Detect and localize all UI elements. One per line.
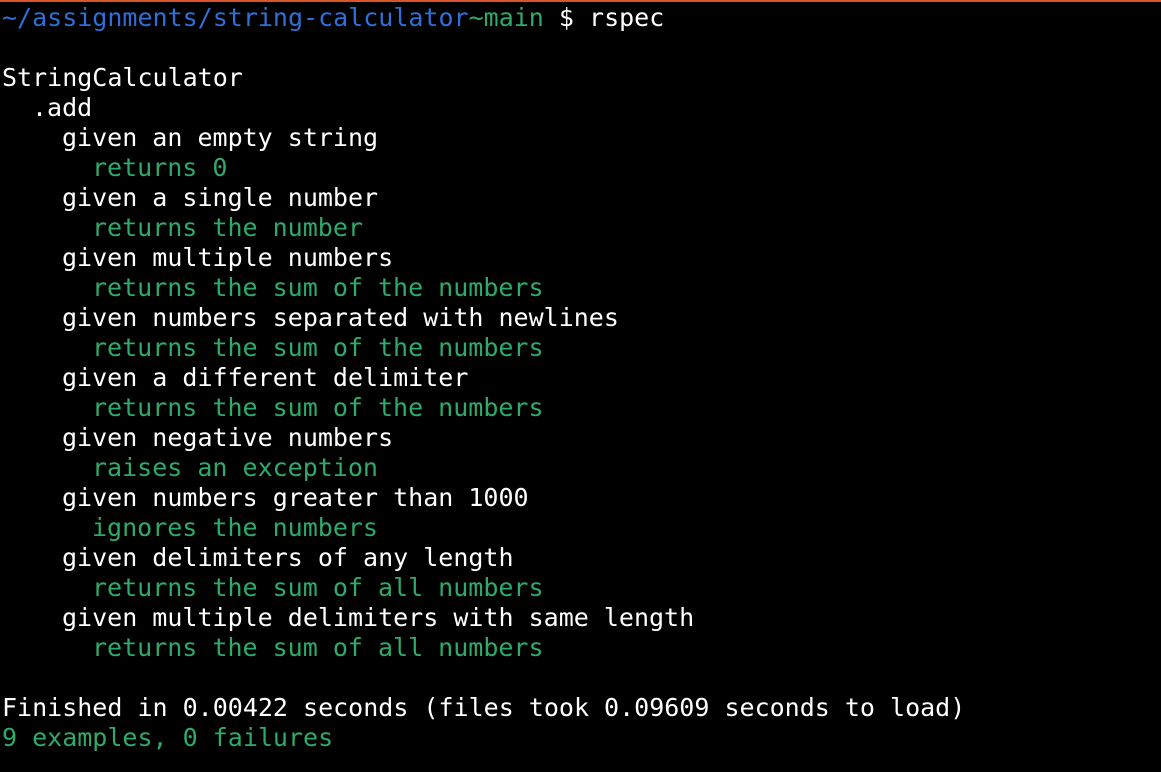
terminal-output[interactable]: ~/assignments/string-calculator~main $ r… <box>2 3 1157 753</box>
prompt-symbol: $ <box>543 3 590 32</box>
context-line: given a single number <box>62 183 379 212</box>
example-line: returns the sum of the numbers <box>92 333 544 362</box>
context-line: given multiple delimiters with same leng… <box>62 603 695 632</box>
example-line: raises an exception <box>92 453 378 482</box>
context-line: given a different delimiter <box>62 363 469 392</box>
example-line: returns the sum of all numbers <box>92 633 544 662</box>
context-line: given an empty string <box>62 123 379 152</box>
prompt-branch: ~main <box>468 3 544 32</box>
window-top-border <box>0 0 1161 2</box>
context-line: given negative numbers <box>62 423 394 452</box>
example-line: returns the sum of all numbers <box>92 573 544 602</box>
describe-line: StringCalculator <box>2 63 243 92</box>
prompt-command: rspec <box>589 3 665 32</box>
context-line: given numbers separated with newlines <box>62 303 619 332</box>
example-line: returns the number <box>92 213 363 242</box>
result-summary-line: 9 examples, 0 failures <box>2 723 334 752</box>
example-line: returns the sum of the numbers <box>92 273 544 302</box>
prompt-path: ~/assignments/string-calculator <box>2 3 469 32</box>
finished-timing-line: Finished in 0.00422 seconds (files took … <box>2 693 966 722</box>
example-line: returns 0 <box>92 153 228 182</box>
context-line: given delimiters of any length <box>62 543 514 572</box>
context-line: given multiple numbers <box>62 243 394 272</box>
shell-prompt-line: ~/assignments/string-calculator~main $ r… <box>2 3 1157 33</box>
method-line: .add <box>32 93 93 122</box>
example-line: returns the sum of the numbers <box>92 393 544 422</box>
context-line: given numbers greater than 1000 <box>62 483 529 512</box>
example-line: ignores the numbers <box>92 513 378 542</box>
